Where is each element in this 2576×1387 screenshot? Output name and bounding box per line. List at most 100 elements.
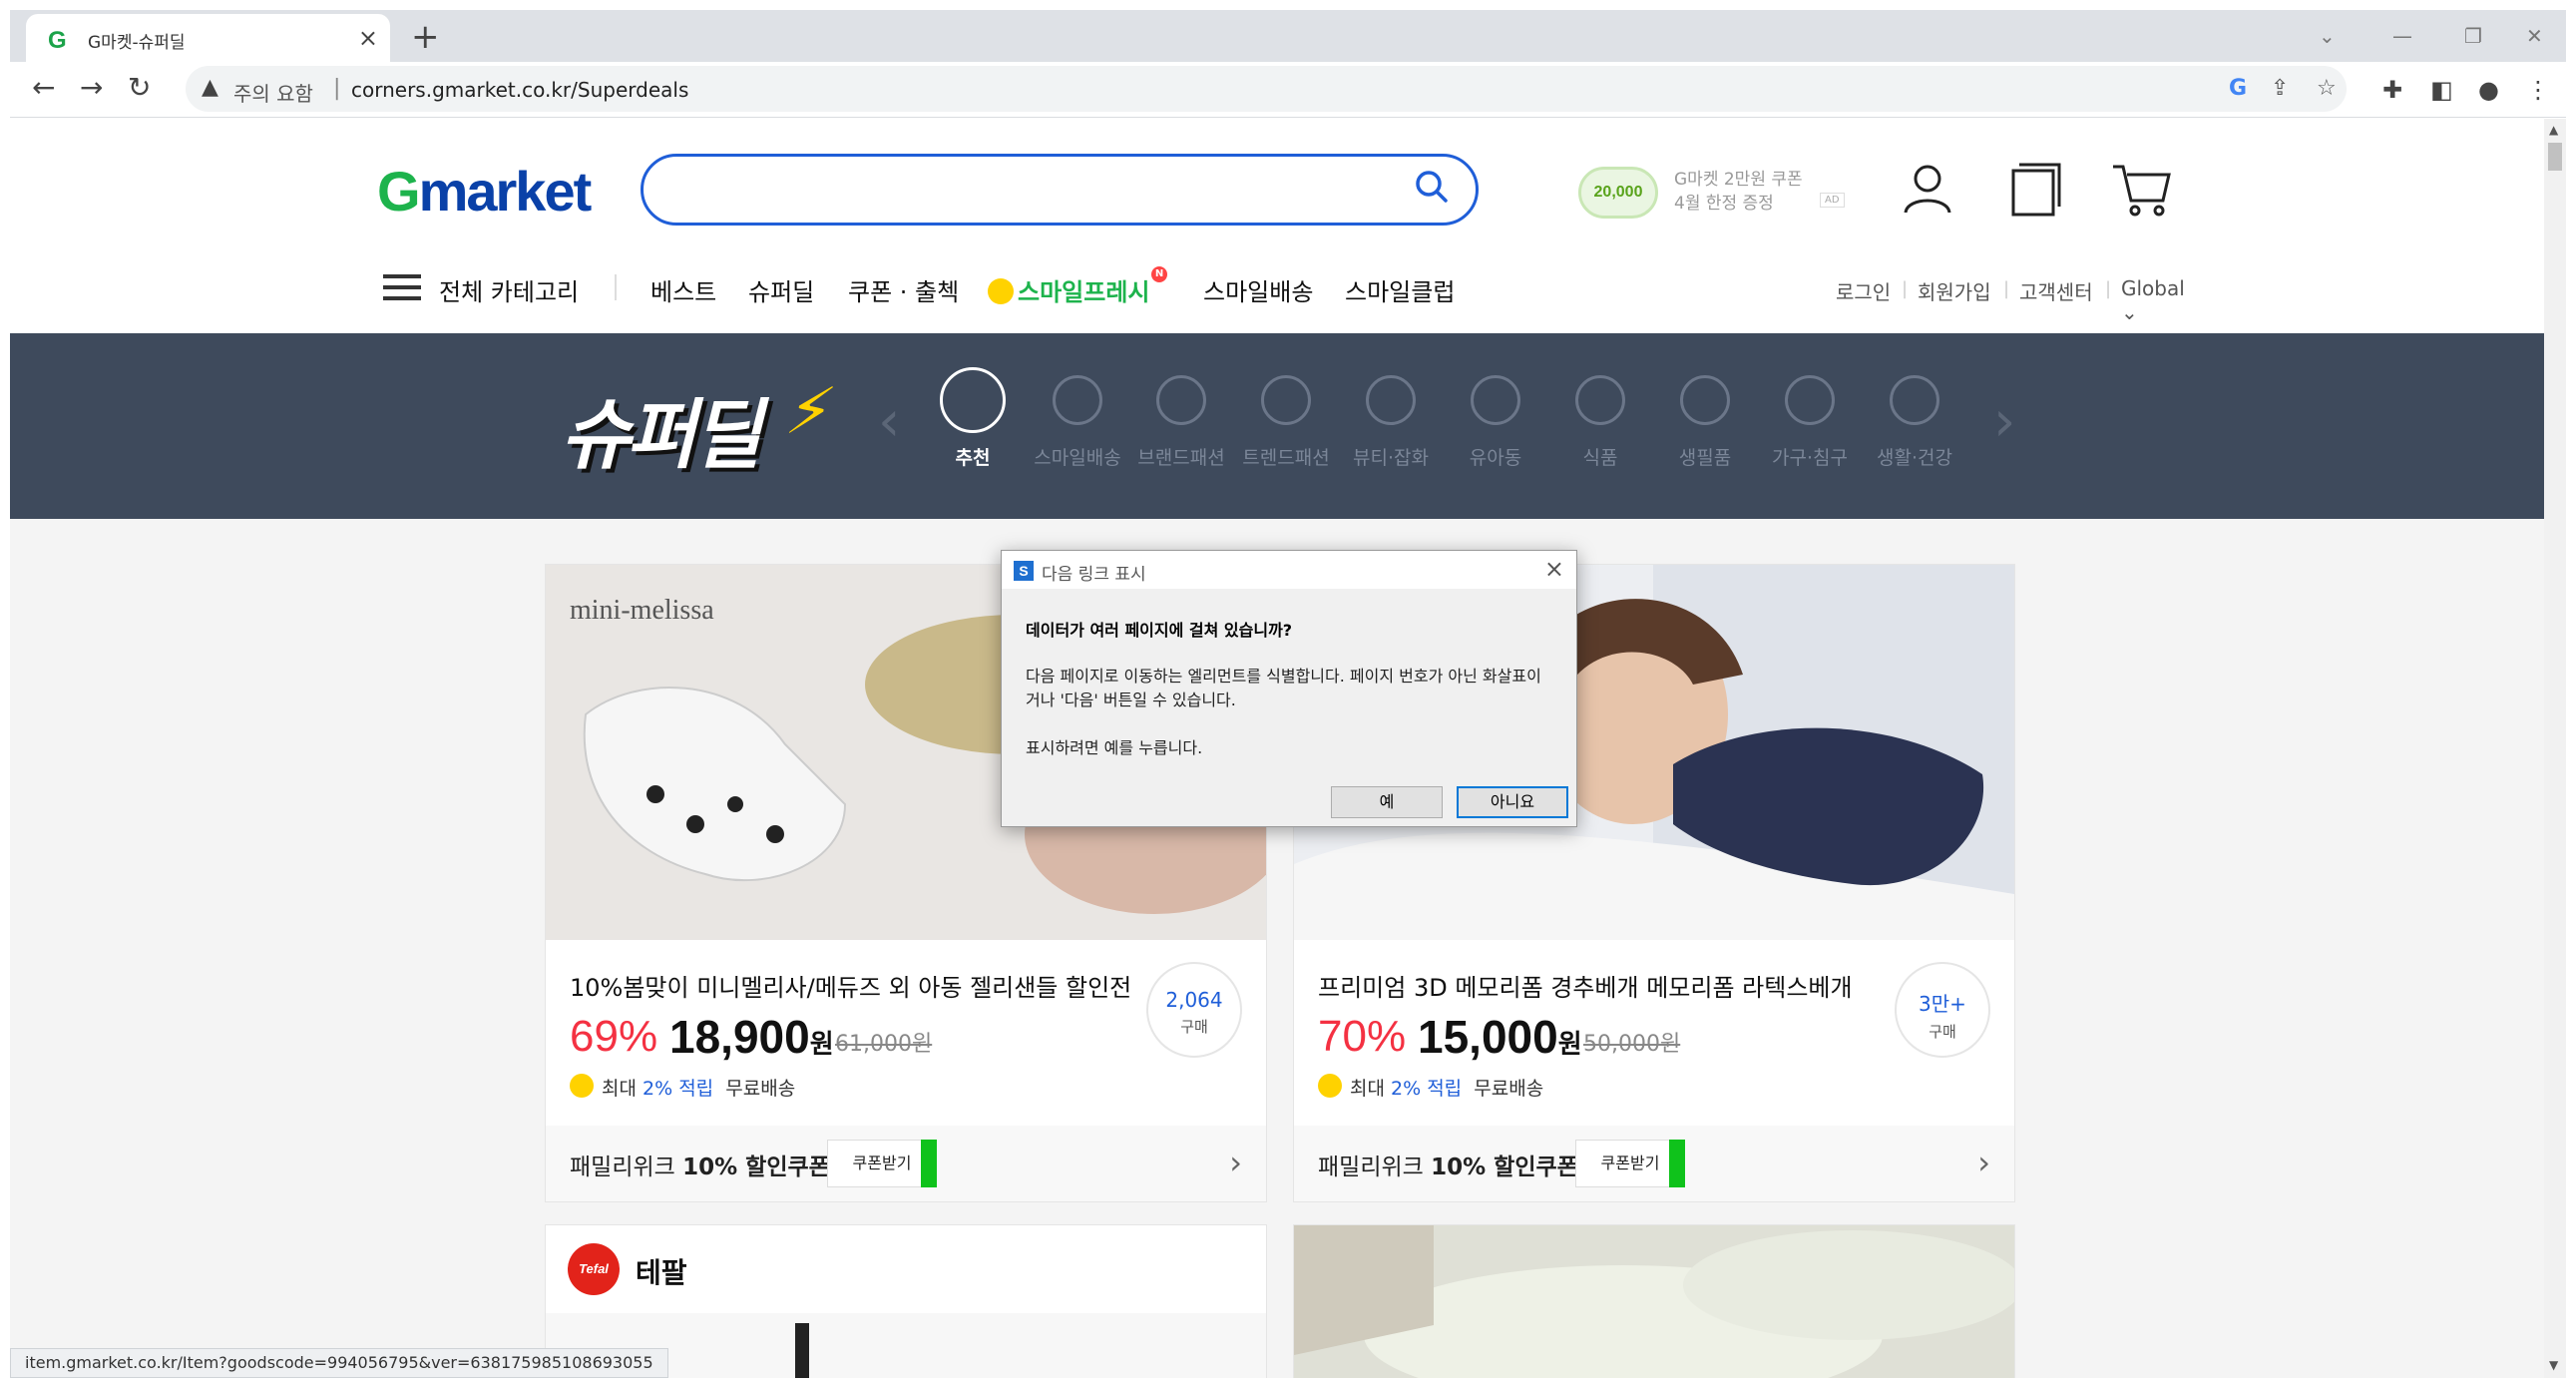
coupon-accent-bar [1669, 1140, 1685, 1187]
nav-coupon[interactable]: 쿠폰 · 출첵 [848, 272, 959, 307]
ad-line-1: G마켓 2만원 쿠폰 [1674, 170, 1803, 190]
address-separator: | [333, 76, 341, 101]
nav-superdeal[interactable]: 슈퍼딜 [748, 272, 814, 307]
minimize-icon[interactable]: — [2392, 24, 2412, 48]
nav-best[interactable]: 베스트 [650, 272, 716, 307]
no-button[interactable]: 아니요 [1457, 786, 1568, 818]
smile-points-icon [1318, 1074, 1342, 1098]
chevron-right-icon[interactable]: › [1977, 1144, 1990, 1181]
nav-smile-fresh[interactable]: 스마일프레시 [988, 272, 1149, 307]
search-icon[interactable] [1414, 169, 1450, 214]
tefal-logo: Tefal [568, 1243, 620, 1295]
tissue-icon [1680, 375, 1730, 425]
back-icon[interactable]: ← [32, 72, 55, 104]
bag-icon [1156, 375, 1206, 425]
hamburger-icon[interactable] [383, 274, 421, 307]
gmarket-favicon-icon: G [48, 27, 67, 54]
gmarket-logo[interactable]: Gmarket [377, 159, 592, 224]
new-tab-icon[interactable]: + [411, 20, 440, 54]
brand-name[interactable]: 테팔 [636, 1251, 687, 1291]
window-close-icon[interactable]: ✕ [2526, 24, 2543, 48]
dialog-heading: 데이터가 여러 페이지에 걸쳐 있습니까? [1026, 621, 1293, 640]
lightning-icon: ⚡ [780, 375, 841, 449]
category-living[interactable]: 생활·건강 [1867, 375, 1962, 470]
security-label[interactable]: 주의 요함 [233, 78, 313, 107]
coupon-coin-icon: 20,000 [1578, 167, 1658, 219]
address-bar[interactable]: ▲ 주의 요함 | corners.gmarket.co.kr/Superdea… [186, 66, 2347, 112]
profile-icon[interactable]: ● [2478, 76, 2499, 104]
thumbs-up-icon [940, 367, 1006, 433]
util-separator: | [2105, 278, 2112, 299]
forward-icon[interactable]: → [80, 72, 103, 104]
banner-prev-icon[interactable]: ‹ [878, 389, 900, 454]
tab-strip: G G마켓-슈퍼딜 × + ⌄ — ❐ ✕ [10, 10, 2566, 66]
customer-center-link[interactable]: 고객센터 [2019, 276, 2093, 305]
global-dropdown[interactable]: Global ⌄ [2121, 276, 2185, 324]
menu-icon[interactable]: ⋮ [2526, 76, 2550, 104]
truck-icon [1053, 375, 1102, 425]
category-trend-fashion[interactable]: 트렌드패션 [1238, 375, 1334, 470]
warning-icon[interactable]: ▲ [202, 75, 218, 100]
recent-items-icon[interactable] [2003, 157, 2067, 221]
browser-tab[interactable]: G G마켓-슈퍼딜 × [26, 14, 390, 66]
basket-icon [1890, 375, 1939, 425]
wardrobe-icon [1785, 375, 1835, 425]
discount-rate: 69% [570, 1012, 658, 1061]
dialog-hint: 표시하려면 예를 누릅니다. [1026, 738, 1203, 757]
signup-link[interactable]: 회원가입 [1918, 276, 1991, 305]
page-scrollbar[interactable]: ▲ ▼ [2544, 119, 2566, 1378]
global-nav: 전체 카테고리 베스트 슈퍼딜 쿠폰 · 출첵 스마일프레시 N 스마일배송 스… [383, 266, 2185, 324]
nav-divider [615, 274, 617, 300]
coupon-row[interactable]: 패밀리위크 10% 할인쿠폰 쿠폰받기 › [546, 1126, 1266, 1201]
reload-icon[interactable]: ↻ [128, 72, 151, 104]
yes-button[interactable]: 예 [1331, 786, 1443, 818]
category-food[interactable]: 식품 [1552, 375, 1648, 470]
coupon-ad[interactable]: 20,000 G마켓 2만원 쿠폰 4월 한정 증정 AD [1578, 159, 1848, 229]
product-name[interactable]: 프리미엄 3D 메모리폼 경추베개 메모리폼 라텍스베개 [1318, 968, 1853, 1003]
ad-line-2: 4월 한정 증정 [1674, 194, 1774, 214]
coupon-text: 패밀리위크 10% 할인쿠폰 [1318, 1155, 1578, 1180]
scrollbar-thumb[interactable] [2548, 143, 2562, 171]
category-daily-goods[interactable]: 생필품 [1657, 375, 1753, 470]
product-name[interactable]: 10%봄맞이 미니멜리사/메듀즈 외 아동 젤리샌들 할인전 [570, 968, 1131, 1003]
tab-close-icon[interactable]: × [358, 24, 378, 52]
dialog-title: 다음 링크 표시 [1042, 565, 1146, 585]
sale-price: 15,000원 [1418, 1011, 1582, 1063]
nav-smile-delivery[interactable]: 스마일배송 [1203, 272, 1313, 307]
browser-toolbar: ← → ↻ ▲ 주의 요함 | corners.gmarket.co.kr/Su… [10, 62, 2566, 118]
google-lens-icon[interactable]: G [2229, 76, 2247, 101]
product-image[interactable] [1294, 1225, 2014, 1378]
scroll-down-icon[interactable]: ▼ [2549, 1358, 2558, 1372]
url-text[interactable]: corners.gmarket.co.kr/Superdeals [351, 78, 688, 102]
chevron-right-icon[interactable]: › [1229, 1144, 1242, 1181]
category-beauty[interactable]: 뷰티·잡화 [1343, 375, 1439, 470]
duck-icon [1471, 375, 1520, 425]
bookmark-star-icon[interactable]: ☆ [2317, 76, 2337, 101]
all-categories-button[interactable]: 전체 카테고리 [439, 272, 579, 307]
restore-icon[interactable]: ❐ [2464, 24, 2482, 48]
extensions-icon[interactable]: ✚ [2382, 76, 2402, 104]
nav-smile-club[interactable]: 스마일클럽 [1345, 272, 1455, 307]
banner-next-icon[interactable]: › [1993, 389, 2015, 454]
deal-card[interactable] [1293, 1224, 2015, 1378]
login-link[interactable]: 로그인 [1836, 276, 1891, 305]
dialog-titlebar[interactable]: S 다음 링크 표시 × [1002, 551, 1576, 589]
image-brand-text: mini-melissa [570, 595, 714, 626]
next-link-dialog: S 다음 링크 표시 × 데이터가 여러 페이지에 걸쳐 있습니까? 다음 페이… [1001, 550, 1577, 827]
category-smile-delivery[interactable]: 스마일배송 [1030, 375, 1125, 470]
category-kids[interactable]: 유아동 [1448, 375, 1543, 470]
superdeal-logo[interactable]: 슈퍼딜 [561, 373, 762, 483]
coupon-row[interactable]: 패밀리위크 10% 할인쿠폰 쿠폰받기 › [1294, 1126, 2014, 1201]
user-icon[interactable] [1896, 157, 1959, 221]
category-furniture[interactable]: 가구·침구 [1762, 375, 1858, 470]
search-input[interactable] [641, 154, 1479, 226]
purchase-count: 2,064 구매 [1146, 962, 1242, 1058]
dialog-close-icon[interactable]: × [1544, 555, 1564, 583]
scroll-up-icon[interactable]: ▲ [2549, 123, 2558, 137]
category-recommend[interactable]: 추천 [925, 367, 1021, 470]
tab-search-icon[interactable]: ⌄ [2319, 24, 2336, 48]
category-brand-fashion[interactable]: 브랜드패션 [1133, 375, 1229, 470]
share-icon[interactable]: ⇪ [2271, 76, 2289, 101]
side-panel-icon[interactable]: ◧ [2430, 76, 2453, 104]
cart-icon[interactable] [2109, 157, 2173, 221]
